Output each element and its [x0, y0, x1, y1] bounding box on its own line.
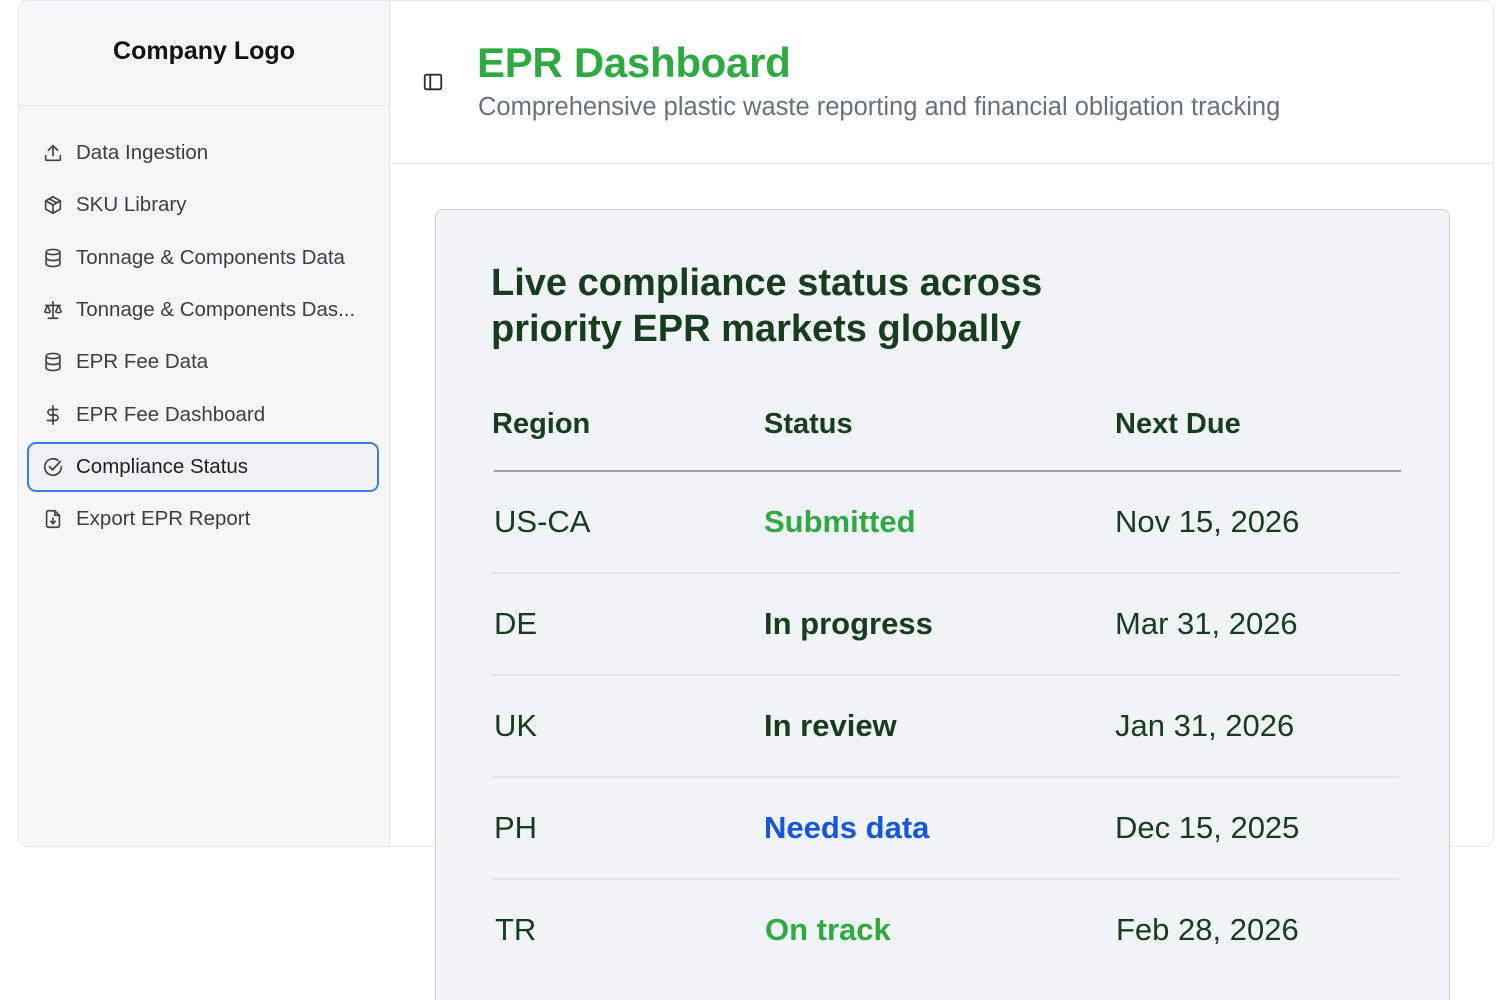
table-row: TR On track Feb 28, 2026	[492, 880, 1399, 982]
sidebar-item-tonnage-data[interactable]: Tonnage & Components Data	[19, 232, 389, 284]
due-date-cell: Dec 15, 2025	[1115, 810, 1300, 845]
due-date-cell: Nov 15, 2026	[1115, 504, 1300, 539]
compliance-status-card: Live compliance status across priority E…	[435, 209, 1450, 1000]
company-logo[interactable]: Company Logo	[113, 37, 295, 66]
region-cell: DE	[494, 606, 538, 641]
sidebar-item-epr-fee-data[interactable]: EPR Fee Data	[19, 336, 389, 388]
table-row: US-CA Submitted Nov 15, 2026	[492, 472, 1399, 574]
logo-area: Company Logo	[19, 1, 389, 106]
sidebar-item-tonnage-dashboard[interactable]: Tonnage & Components Das...	[19, 284, 389, 336]
page-subtitle: Comprehensive plastic waste reporting an…	[478, 93, 1281, 121]
sidebar-item-label: Compliance Status	[76, 454, 249, 478]
table-row: PH Needs data Dec 15, 2025	[492, 778, 1399, 880]
sidebar-item-label: EPR Fee Dashboard	[76, 402, 266, 426]
status-cell: In progress	[764, 606, 933, 641]
region-cell: TR	[495, 912, 537, 947]
card-title: Live compliance status across priority E…	[491, 262, 1043, 350]
scale-icon	[41, 298, 65, 322]
region-cell: UK	[494, 708, 538, 743]
sidebar-item-label: EPR Fee Data	[76, 350, 209, 374]
sidebar-nav: Data Ingestion SKU Library Tonnage & Com…	[19, 106, 389, 545]
sidebar-item-label: Tonnage & Components Das...	[76, 298, 356, 322]
database-icon	[41, 246, 65, 270]
column-header-status: Status	[764, 408, 853, 440]
check-circle-icon	[41, 455, 65, 479]
package-icon	[41, 193, 65, 217]
region-cell: PH	[494, 810, 538, 845]
sidebar-toggle-icon[interactable]	[422, 71, 446, 95]
due-date-cell: Feb 28, 2026	[1116, 912, 1299, 947]
file-download-icon	[41, 507, 65, 531]
sidebar-item-compliance-status[interactable]: Compliance Status	[19, 441, 389, 493]
upload-icon	[41, 141, 65, 165]
due-date-cell: Mar 31, 2026	[1115, 606, 1298, 641]
sidebar-item-label: SKU Library	[76, 193, 187, 217]
sidebar-item-epr-fee-dashboard[interactable]: EPR Fee Dashboard	[19, 388, 389, 440]
page-title: EPR Dashboard	[477, 39, 791, 86]
due-date-cell: Jan 31, 2026	[1115, 708, 1295, 743]
status-cell: Submitted	[764, 504, 916, 539]
table-row: UK In review Jan 31, 2026	[492, 676, 1399, 778]
sidebar-item-sku-library[interactable]: SKU Library	[19, 179, 389, 231]
sidebar-item-data-ingestion[interactable]: Data Ingestion	[19, 127, 389, 179]
sidebar-item-label: Export EPR Report	[76, 507, 251, 531]
sidebar: Company Logo Data Ingestion SKU Library …	[19, 1, 390, 846]
database-icon	[41, 350, 65, 374]
region-cell: US-CA	[494, 504, 591, 539]
page-header: EPR Dashboard Comprehensive plastic wast…	[391, 1, 1493, 164]
column-header-region: Region	[492, 408, 591, 440]
sidebar-item-label: Tonnage & Components Data	[76, 245, 345, 269]
dollar-icon	[41, 403, 65, 427]
status-cell: Needs data	[764, 810, 930, 845]
sidebar-item-export-report[interactable]: Export EPR Report	[19, 493, 389, 545]
status-cell: In review	[764, 708, 897, 743]
column-header-next-due: Next Due	[1115, 408, 1241, 440]
status-cell: On track	[765, 912, 891, 947]
table-row: DE In progress Mar 31, 2026	[492, 574, 1399, 676]
sidebar-item-label: Data Ingestion	[76, 141, 209, 165]
